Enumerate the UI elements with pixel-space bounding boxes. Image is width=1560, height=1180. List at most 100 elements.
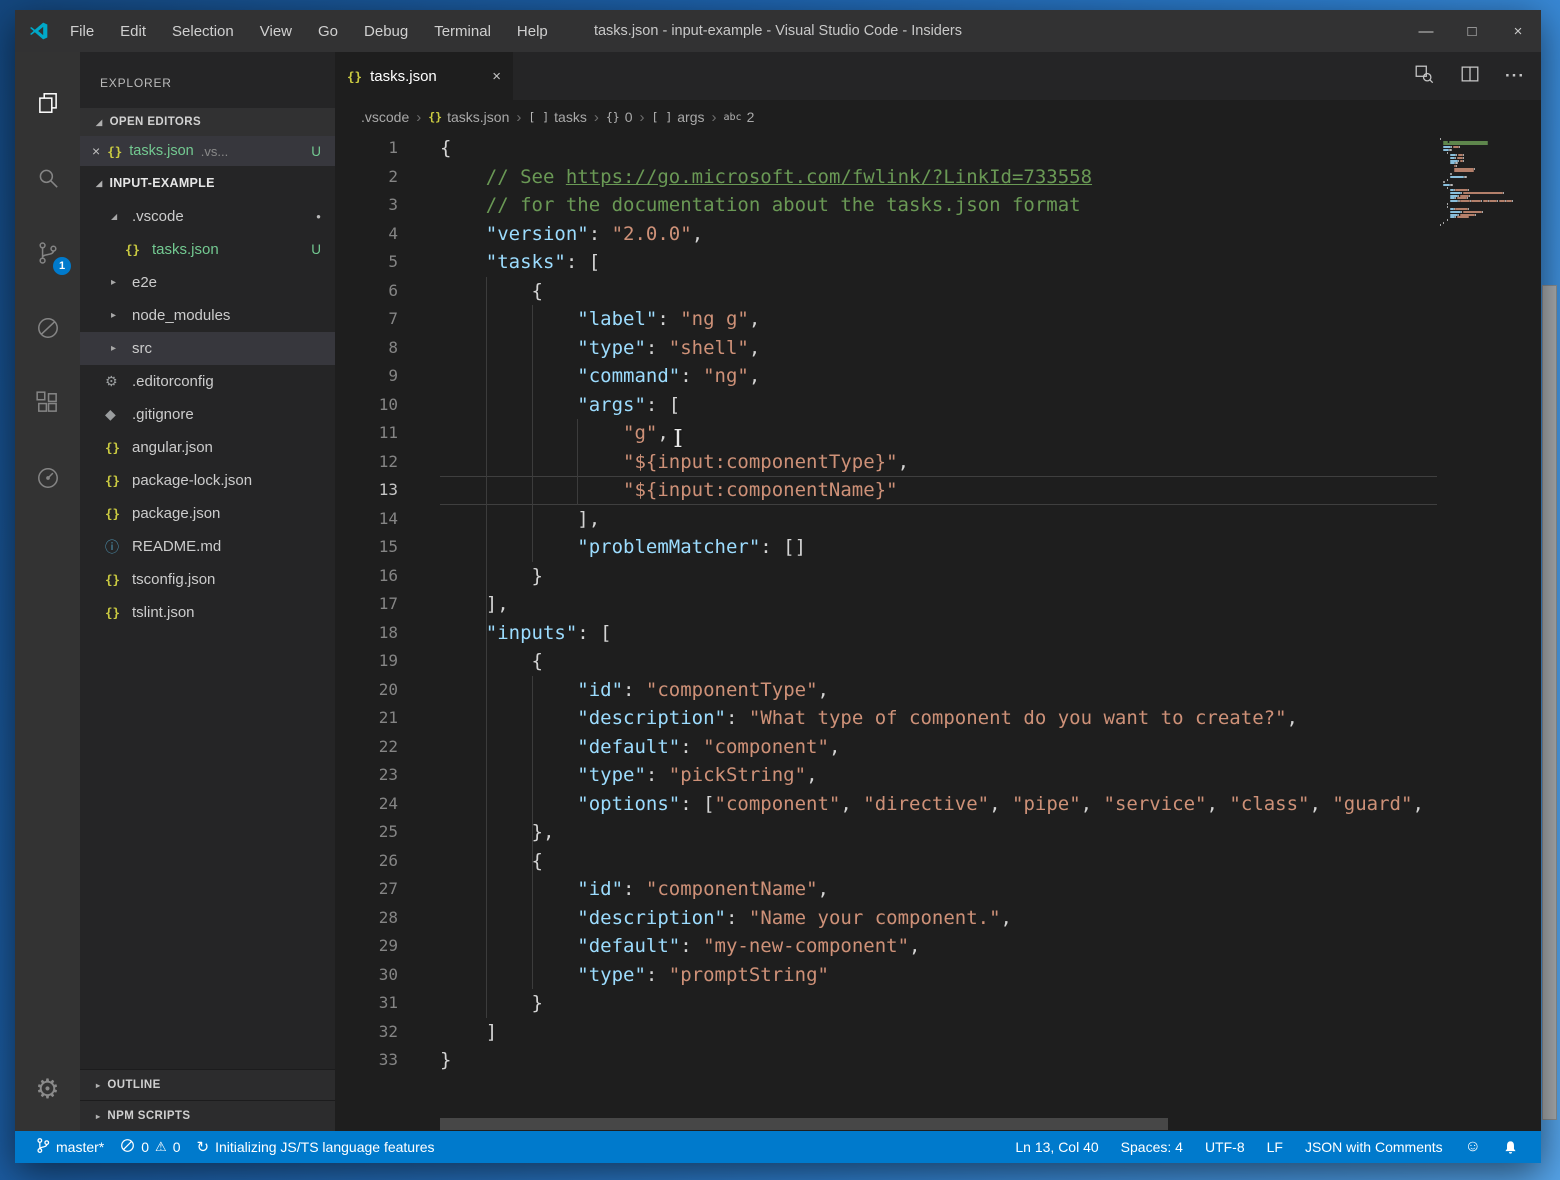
file-item-tasks-json[interactable]: {}tasks.jsonU bbox=[80, 233, 335, 266]
menu-view[interactable]: View bbox=[247, 10, 305, 52]
maximize-icon[interactable]: □ bbox=[1449, 10, 1495, 52]
code-line-22[interactable]: 22 "default": "component", bbox=[335, 733, 1541, 762]
menu-terminal[interactable]: Terminal bbox=[421, 10, 504, 52]
menu-selection[interactable]: Selection bbox=[159, 10, 247, 52]
close-icon[interactable]: × bbox=[92, 143, 100, 159]
code-line-23[interactable]: 23 "type": "pickString", bbox=[335, 761, 1541, 790]
debug-icon[interactable] bbox=[15, 290, 80, 365]
code-line-17[interactable]: 17 ], bbox=[335, 590, 1541, 619]
menu-debug[interactable]: Debug bbox=[351, 10, 421, 52]
file-item-package-json[interactable]: {}package.json bbox=[80, 497, 335, 530]
code-line-19[interactable]: 19 { bbox=[335, 647, 1541, 676]
git-branch-status[interactable]: master* bbox=[27, 1131, 112, 1163]
notifications-bell-icon[interactable] bbox=[1492, 1131, 1529, 1163]
file-item-README-md[interactable]: ⓘREADME.md bbox=[80, 530, 335, 563]
tab-tasks-json[interactable]: {} tasks.json × bbox=[335, 52, 513, 100]
code-line-32[interactable]: 32 ] bbox=[335, 1018, 1541, 1047]
breadcrumb-item-0[interactable]: {}0 bbox=[606, 109, 633, 125]
feedback-smiley-icon[interactable]: ☺ bbox=[1454, 1131, 1492, 1163]
code-line-16[interactable]: 16 } bbox=[335, 562, 1541, 591]
minimize-icon[interactable]: — bbox=[1403, 10, 1449, 52]
cursor-position[interactable]: Ln 13, Col 40 bbox=[1004, 1131, 1109, 1163]
more-actions-icon[interactable]: ··· bbox=[1505, 66, 1525, 86]
outline-section-header[interactable]: ▸ OUTLINE bbox=[80, 1069, 335, 1100]
code-line-33[interactable]: 33} bbox=[335, 1046, 1541, 1075]
menu-go[interactable]: Go bbox=[305, 10, 351, 52]
code-line-4[interactable]: 4 "version": "2.0.0", bbox=[335, 220, 1541, 249]
code-line-12[interactable]: 12 "${input:componentType}", bbox=[335, 448, 1541, 477]
project-root-header[interactable]: ◢ INPUT-EXAMPLE bbox=[80, 166, 335, 200]
breadcrumb-item--vscode[interactable]: .vscode bbox=[361, 109, 409, 125]
code-line-18[interactable]: 18 "inputs": [ bbox=[335, 619, 1541, 648]
code-line-25[interactable]: 25 }, bbox=[335, 818, 1541, 847]
menu-edit[interactable]: Edit bbox=[107, 10, 159, 52]
code-line-30[interactable]: 30 "type": "promptString" bbox=[335, 961, 1541, 990]
code-line-13[interactable]: 13 "${input:componentName}" bbox=[335, 476, 1541, 505]
code-line-14[interactable]: 14 ], bbox=[335, 505, 1541, 534]
folder-item--vscode[interactable]: ◢.vscode● bbox=[80, 200, 335, 233]
breadcrumb-item-tasks-json[interactable]: {}tasks.json bbox=[428, 109, 509, 125]
folder-item-node-modules[interactable]: ▸node_modules bbox=[80, 299, 335, 332]
code-line-31[interactable]: 31 } bbox=[335, 989, 1541, 1018]
code-line-3[interactable]: 3 // for the documentation about the tas… bbox=[335, 191, 1541, 220]
source-control-icon[interactable]: 1 bbox=[15, 215, 80, 290]
folder-item-e2e[interactable]: ▸e2e bbox=[80, 266, 335, 299]
code-line-7[interactable]: 7 "label": "ng g", bbox=[335, 305, 1541, 334]
code-text: "options": ["component", "directive", "p… bbox=[398, 790, 1424, 819]
code-line-6[interactable]: 6 { bbox=[335, 277, 1541, 306]
open-editors-header[interactable]: ◢ OPEN EDITORS bbox=[80, 108, 335, 136]
minimap-line bbox=[1454, 208, 1455, 210]
file-item-tsconfig-json[interactable]: {}tsconfig.json bbox=[80, 563, 335, 596]
line-number: 2 bbox=[335, 163, 398, 192]
code-line-15[interactable]: 15 "problemMatcher": [] bbox=[335, 533, 1541, 562]
extensions-icon[interactable] bbox=[15, 365, 80, 440]
code-line-28[interactable]: 28 "description": "Name your component."… bbox=[335, 904, 1541, 933]
code-line-11[interactable]: 11 "g", bbox=[335, 419, 1541, 448]
breadcrumb-item-2[interactable]: abc2 bbox=[724, 109, 755, 125]
file-item-angular-json[interactable]: {}angular.json bbox=[80, 431, 335, 464]
file-item--editorconfig[interactable]: ⚙.editorconfig bbox=[80, 365, 335, 398]
code-line-26[interactable]: 26 { bbox=[335, 847, 1541, 876]
minimap[interactable] bbox=[1437, 134, 1523, 1131]
code-line-1[interactable]: 1{ bbox=[335, 134, 1541, 163]
language-mode[interactable]: JSON with Comments bbox=[1294, 1131, 1454, 1163]
indentation-setting[interactable]: Spaces: 4 bbox=[1110, 1131, 1194, 1163]
code-line-24[interactable]: 24 "options": ["component", "directive",… bbox=[335, 790, 1541, 819]
code-line-20[interactable]: 20 "id": "componentType", bbox=[335, 676, 1541, 705]
scrollbar-thumb[interactable] bbox=[440, 1118, 1168, 1130]
breadcrumb-item-tasks[interactable]: [ ]tasks bbox=[528, 109, 586, 125]
extension-gauge-icon[interactable] bbox=[15, 440, 80, 515]
code-line-27[interactable]: 27 "id": "componentName", bbox=[335, 875, 1541, 904]
code-line-21[interactable]: 21 "description": "What type of componen… bbox=[335, 704, 1541, 733]
breadcrumb-item-args[interactable]: [ ]args bbox=[651, 109, 704, 125]
split-editor-icon[interactable] bbox=[1459, 63, 1481, 90]
open-editor-item-tasks-json[interactable]: × {} tasks.json .vs... U bbox=[80, 136, 335, 166]
language-features-status[interactable]: ↻ Initializing JS/TS language features bbox=[188, 1131, 442, 1163]
folder-item-src[interactable]: ▸src bbox=[80, 332, 335, 365]
code-line-10[interactable]: 10 "args": [ bbox=[335, 391, 1541, 420]
menu-file[interactable]: File bbox=[57, 10, 107, 52]
encoding-setting[interactable]: UTF-8 bbox=[1194, 1131, 1256, 1163]
code-editor[interactable]: 1{2 // See https://go.microsoft.com/fwli… bbox=[335, 134, 1541, 1131]
close-tab-icon[interactable]: × bbox=[492, 68, 501, 85]
menu-help[interactable]: Help bbox=[504, 10, 561, 52]
npm-scripts-section-header[interactable]: ▸ NPM SCRIPTS bbox=[80, 1100, 335, 1131]
code-line-2[interactable]: 2 // See https://go.microsoft.com/fwlink… bbox=[335, 163, 1541, 192]
explorer-icon[interactable] bbox=[15, 65, 80, 140]
problems-status[interactable]: 0 ⚠ 0 bbox=[112, 1131, 188, 1163]
code-line-29[interactable]: 29 "default": "my-new-component", bbox=[335, 932, 1541, 961]
file-item-package-lock-json[interactable]: {}package-lock.json bbox=[80, 464, 335, 497]
file-item-tslint-json[interactable]: {}tslint.json bbox=[80, 596, 335, 629]
search-icon[interactable] bbox=[15, 140, 80, 215]
eol-setting[interactable]: LF bbox=[1256, 1131, 1294, 1163]
open-changes-icon[interactable] bbox=[1413, 63, 1435, 90]
settings-gear-icon[interactable]: ⚙ bbox=[15, 1052, 80, 1127]
file-item--gitignore[interactable]: ◆.gitignore bbox=[80, 398, 335, 431]
code-line-8[interactable]: 8 "type": "shell", bbox=[335, 334, 1541, 363]
line-number: 32 bbox=[335, 1018, 398, 1047]
editor-scrollbar-horizontal[interactable] bbox=[440, 1118, 1437, 1130]
close-window-icon[interactable]: × bbox=[1495, 10, 1541, 52]
editor-scrollbar-vertical[interactable] bbox=[1523, 134, 1541, 1131]
code-line-5[interactable]: 5 "tasks": [ bbox=[335, 248, 1541, 277]
code-line-9[interactable]: 9 "command": "ng", bbox=[335, 362, 1541, 391]
